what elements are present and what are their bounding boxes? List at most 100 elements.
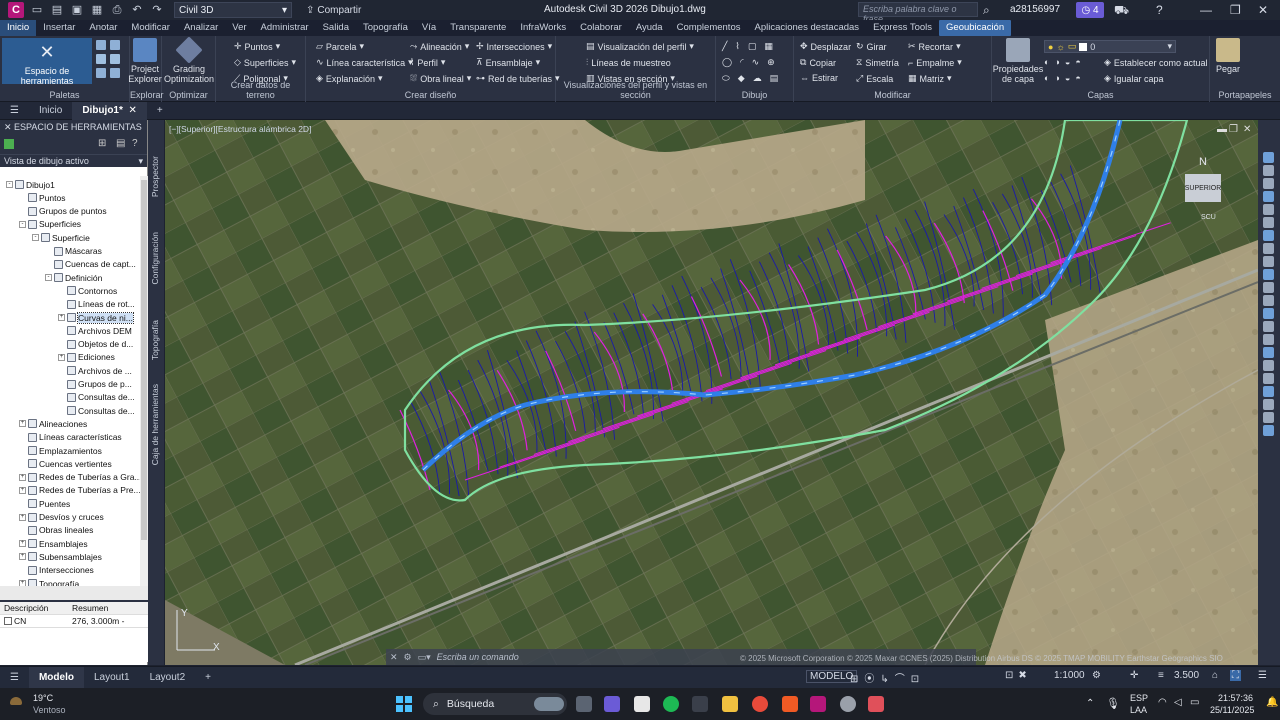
layer-unlock-icon[interactable]: ◓	[1075, 73, 1080, 83]
tree-node[interactable]: Archivos de ...	[58, 364, 132, 377]
assembly-menu[interactable]: ⊼ Ensamblaje ▾	[476, 57, 540, 68]
tree-node[interactable]: - Superficie	[32, 231, 90, 244]
layer-freeze-icon[interactable]: ◒	[1065, 57, 1070, 67]
nav-tool-icon[interactable]	[1263, 178, 1274, 189]
surface-toggle-icon[interactable]	[4, 139, 14, 149]
surfaces-menu[interactable]: ◇ Superficies ▾	[234, 57, 296, 68]
nav-tool-icon[interactable]	[1263, 204, 1274, 215]
chevron-up-icon[interactable]: ⌃	[1086, 698, 1094, 709]
input-layout[interactable]: LAA	[1130, 705, 1147, 715]
close-icon[interactable]: ✕	[1258, 3, 1268, 17]
doc-tab-drawing1[interactable]: Dibujo1* ✕	[72, 101, 147, 120]
set-current-layer-button[interactable]: ◈ Establecer como actual	[1104, 57, 1207, 68]
corridor-menu[interactable]: ⛆ Obra lineal ▾	[410, 73, 471, 84]
user-account[interactable]: a28156997	[1010, 4, 1060, 15]
ribbon-tab-0[interactable]: Inicio	[0, 20, 37, 36]
command-input[interactable]: Escriba un comando	[437, 652, 519, 662]
nav-tool-icon[interactable]	[1263, 321, 1274, 332]
table-row[interactable]: CN 276, 3.000m -	[0, 615, 148, 628]
tree-node[interactable]: + Curvas de ni...	[58, 311, 134, 324]
tree-node[interactable]: Intersecciones	[19, 564, 94, 577]
nav-tool-icon[interactable]	[1263, 282, 1274, 293]
layer-on-icon[interactable]: ◐	[1044, 73, 1049, 83]
clock-time[interactable]: 21:57:36	[1218, 693, 1253, 703]
help-icon[interactable]: ?	[1156, 3, 1163, 17]
recorder-icon[interactable]	[868, 696, 884, 712]
intersections-menu[interactable]: ✢ Intersecciones ▾	[476, 41, 552, 52]
close-tab-icon[interactable]: ✕	[128, 105, 136, 116]
hierarchy-icon[interactable]: ⊞	[98, 138, 106, 149]
tree-node[interactable]: Archivos DEM	[58, 324, 132, 337]
tree-node[interactable]: Consultas de...	[58, 404, 135, 417]
project-explorer-button[interactable]: Project Explorer	[128, 38, 162, 84]
close-icon[interactable]: ✕	[4, 122, 14, 132]
layer-thaw-icon[interactable]: ◒	[1065, 73, 1070, 83]
nav-tool-icon[interactable]	[1263, 334, 1274, 345]
spline-icon[interactable]: ∿	[752, 57, 760, 68]
fillet-button[interactable]: ⌐ Empalme ▾	[908, 57, 962, 68]
collapse-icon[interactable]: -	[45, 274, 52, 282]
microphone-icon[interactable]: 🎙	[1106, 697, 1120, 710]
region-icon[interactable]: ◆	[738, 73, 745, 84]
circle-icon[interactable]: ◯	[722, 57, 732, 68]
restore-icon[interactable]: ❐	[1230, 3, 1241, 17]
properties-icon[interactable]	[96, 40, 106, 50]
share-button[interactable]: ⇪ Compartir	[306, 5, 361, 16]
sample-lines-button[interactable]: ⫶ Líneas de muestreo	[586, 57, 671, 68]
brave-icon[interactable]	[782, 696, 798, 712]
tree-node[interactable]: Consultas de...	[58, 391, 135, 404]
close-icon[interactable]: ✕	[390, 652, 398, 663]
tool-palette-icon[interactable]	[110, 54, 120, 64]
grading-optimization-button[interactable]: Grading Optimization	[164, 36, 214, 84]
nav-tool-icon[interactable]	[1263, 425, 1274, 436]
copy-button[interactable]: ⧉ Copiar	[800, 57, 836, 68]
design-center-icon[interactable]	[96, 54, 106, 64]
ribbon-tab-3[interactable]: Modificar	[124, 20, 177, 36]
nav-tool-icon[interactable]	[1263, 386, 1274, 397]
cart-icon[interactable]: ⛟	[1114, 3, 1129, 19]
notification-bell-icon[interactable]: 🔔	[1266, 697, 1278, 708]
nav-tool-icon[interactable]	[1263, 217, 1274, 228]
ribbon-tab-1[interactable]: Insertar	[36, 20, 82, 36]
ribbon-tab-12[interactable]: Colaborar	[573, 20, 629, 36]
nav-tool-icon[interactable]	[1263, 295, 1274, 306]
app-icon[interactable]	[840, 696, 856, 712]
app-logo-icon[interactable]: C	[8, 2, 24, 18]
panel-title-modify[interactable]: Modificar	[794, 90, 991, 100]
line-icon[interactable]: ╱	[722, 41, 727, 52]
redo-icon[interactable]: ↷	[150, 3, 164, 17]
nav-tool-icon[interactable]	[1263, 256, 1274, 267]
collapse-icon[interactable]: -	[19, 220, 26, 228]
chrome-icon[interactable]	[752, 696, 768, 712]
ribbon-tab-5[interactable]: Ver	[225, 20, 253, 36]
ribbon-tab-16[interactable]: Express Tools	[866, 20, 939, 36]
tab-prospector[interactable]: Prospector	[150, 156, 160, 197]
polyline-icon[interactable]: ⌇	[735, 41, 739, 52]
tree-node[interactable]: Obras lineales	[19, 524, 93, 537]
nav-tool-icon[interactable]	[1263, 230, 1274, 241]
minimize-icon[interactable]: —	[1200, 3, 1212, 17]
add-layout-icon[interactable]: +	[195, 667, 221, 689]
tree-node[interactable]: Puntos	[19, 191, 65, 204]
stretch-button[interactable]: ⇔ Estirar	[800, 73, 838, 83]
hatch-icon[interactable]: ▦	[764, 41, 773, 52]
expand-icon[interactable]: +	[19, 473, 26, 481]
tree-node[interactable]: Contornos	[58, 284, 117, 297]
isolate-icon[interactable]: ⌂	[1212, 670, 1218, 681]
col-description[interactable]: Descripción	[0, 603, 68, 613]
battery-icon[interactable]: ▭	[1190, 697, 1199, 708]
spotify-icon[interactable]	[663, 696, 679, 712]
ribbon-tab-15[interactable]: Aplicaciones destacadas	[747, 20, 866, 36]
tree-node[interactable]: Cuencas de capt...	[45, 258, 136, 271]
tree-node[interactable]: - Superficies	[19, 218, 81, 231]
sheet-set-icon[interactable]	[96, 68, 106, 78]
array-button[interactable]: ▦ Matriz ▾	[908, 73, 952, 84]
clock-date[interactable]: 25/11/2025	[1210, 705, 1254, 715]
nav-tool-icon[interactable]	[1263, 191, 1274, 202]
windows-start-icon[interactable]	[396, 696, 412, 712]
panel-title-layers[interactable]: Capas	[992, 90, 1209, 100]
snap-grid-toggles[interactable]: ⊞⦿↳⌒⊡	[850, 670, 925, 685]
expand-icon[interactable]: +	[19, 553, 26, 561]
tree-node[interactable]: + Desvíos y cruces	[19, 511, 104, 524]
nav-tool-icon[interactable]	[1263, 165, 1274, 176]
